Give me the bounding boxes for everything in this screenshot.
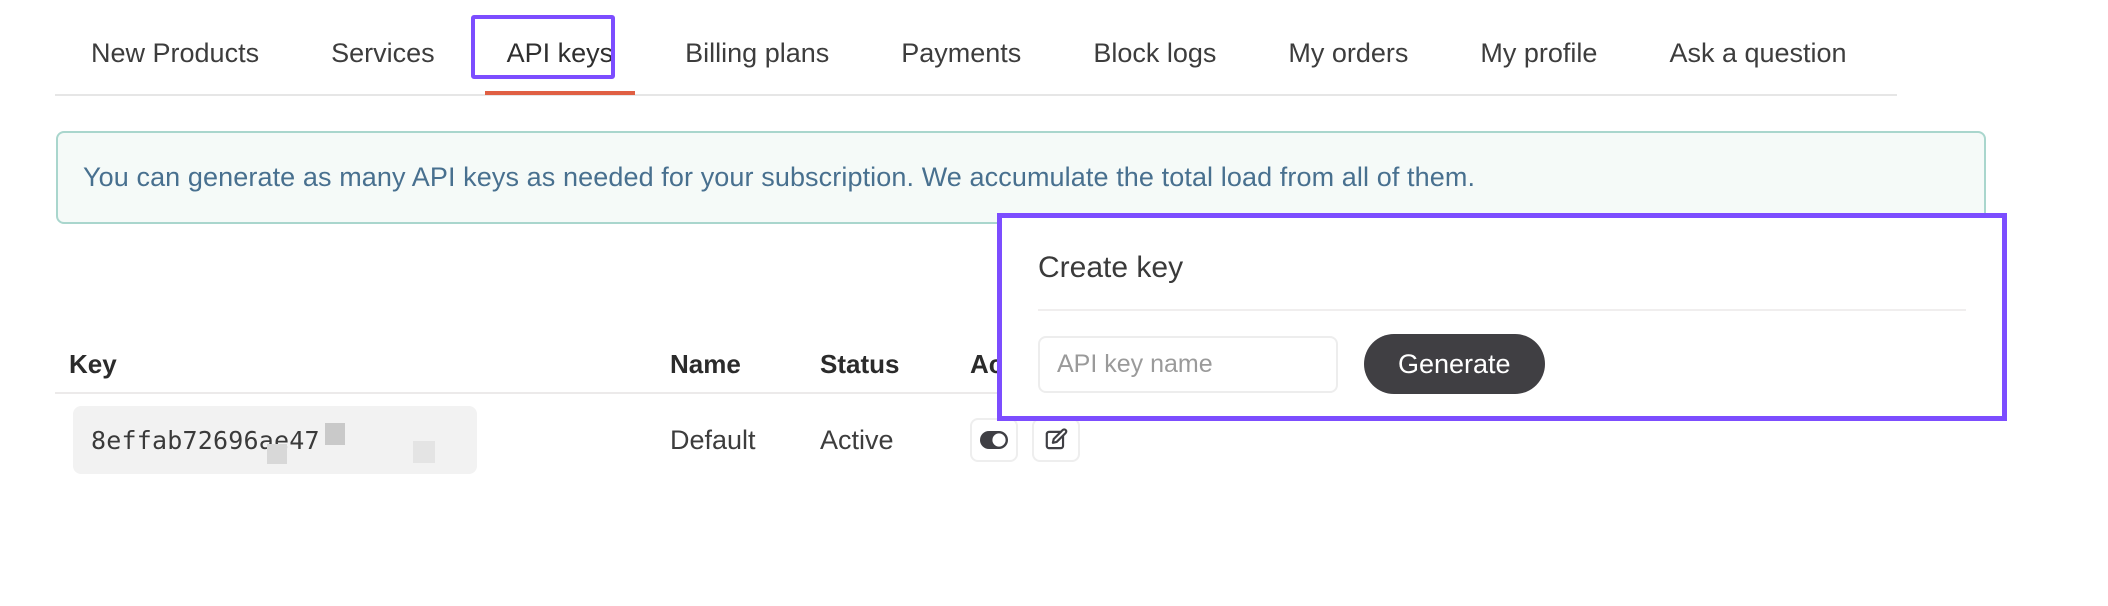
- cell-name: Default: [670, 424, 756, 455]
- tab-api-keys[interactable]: API keys: [471, 14, 650, 95]
- tab-payments[interactable]: Payments: [865, 14, 1057, 92]
- column-header-status: Status: [820, 349, 900, 379]
- tab-my-orders[interactable]: My orders: [1252, 14, 1444, 92]
- tab-label: New Products: [91, 38, 260, 68]
- toggle-switch-icon: [980, 431, 1008, 449]
- redaction-block: [325, 423, 345, 445]
- tab-label: Block logs: [1093, 38, 1217, 68]
- api-key-name-input[interactable]: [1038, 335, 1338, 393]
- tab-block-logs[interactable]: Block logs: [1057, 14, 1252, 92]
- edit-pencil-icon: [1043, 427, 1069, 453]
- main-navigation-tabs: New Products Services API keys Billing p…: [55, 14, 1897, 96]
- tab-label: Payments: [901, 38, 1022, 68]
- tab-label: Ask a question: [1669, 38, 1847, 68]
- column-header-key: Key: [69, 349, 117, 379]
- create-key-panel: Create key Generate: [997, 213, 2007, 421]
- create-key-title: Create key: [1038, 251, 1184, 284]
- tab-label: My orders: [1288, 38, 1409, 68]
- tab-label: API keys: [506, 38, 614, 68]
- redaction-block: [413, 441, 435, 463]
- tab-ask-a-question[interactable]: Ask a question: [1633, 14, 1882, 92]
- tab-services[interactable]: Services: [295, 14, 471, 92]
- tab-my-profile[interactable]: My profile: [1444, 14, 1633, 92]
- tab-label: My profile: [1480, 38, 1598, 68]
- redaction-block: [267, 444, 287, 464]
- tab-list: New Products Services API keys Billing p…: [55, 14, 1897, 95]
- cell-status: Active: [820, 424, 894, 455]
- cell-key: 8effab72696ae47: [55, 394, 670, 486]
- toggle-key-active-button[interactable]: [970, 418, 1018, 462]
- generate-key-button[interactable]: Generate: [1364, 334, 1545, 394]
- tab-new-products[interactable]: New Products: [55, 14, 295, 92]
- create-key-form: Generate: [1002, 311, 2002, 394]
- column-header-name: Name: [670, 349, 741, 379]
- info-banner: You can generate as many API keys as nee…: [56, 131, 1986, 224]
- tab-label: Billing plans: [685, 38, 830, 68]
- info-banner-text: You can generate as many API keys as nee…: [83, 162, 1476, 192]
- tab-billing-plans[interactable]: Billing plans: [649, 14, 865, 92]
- tab-label: Services: [331, 38, 435, 68]
- edit-key-button[interactable]: [1032, 418, 1080, 462]
- api-key-value-chip[interactable]: 8effab72696ae47: [73, 406, 477, 474]
